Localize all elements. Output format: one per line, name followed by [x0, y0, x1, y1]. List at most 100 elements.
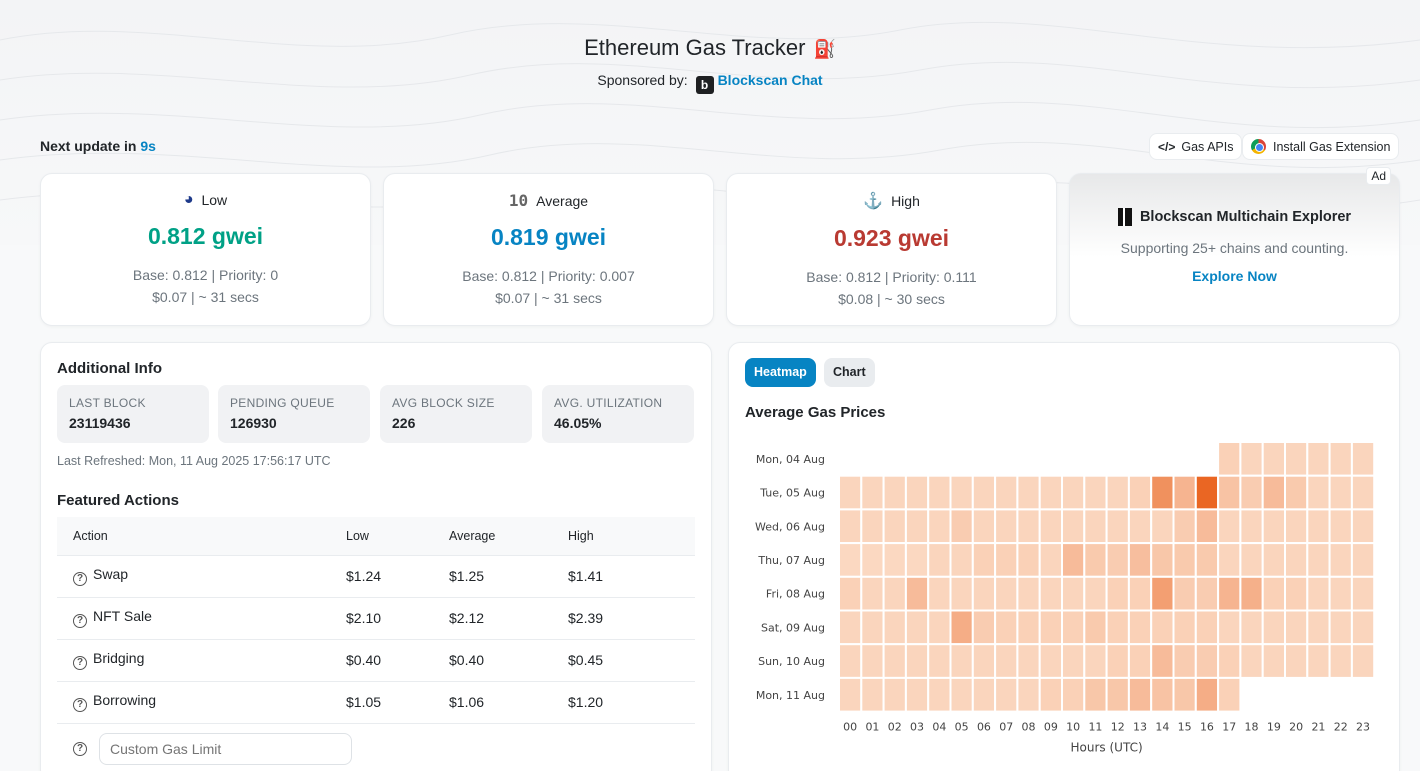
heatmap-cell[interactable] — [1172, 676, 1197, 713]
heatmap-cell[interactable] — [1105, 575, 1130, 612]
heatmap-cell[interactable] — [1284, 474, 1309, 511]
heatmap-cell[interactable] — [1328, 441, 1353, 477]
heatmap-cell[interactable] — [1105, 643, 1130, 679]
install-extension-button[interactable]: Install Gas Extension — [1242, 133, 1400, 160]
heatmap-cell[interactable] — [904, 609, 930, 646]
heatmap-cell[interactable] — [904, 676, 930, 713]
heatmap-cell[interactable] — [838, 676, 863, 713]
heatmap-cell[interactable] — [1350, 643, 1376, 679]
heatmap-cell[interactable] — [927, 676, 952, 713]
heatmap-cell[interactable] — [949, 575, 974, 612]
heatmap-cell[interactable] — [1150, 643, 1175, 679]
heatmap-cell[interactable] — [1172, 474, 1197, 511]
heatmap-cell[interactable] — [1284, 508, 1309, 545]
heatmap-cell[interactable] — [1127, 676, 1153, 713]
heatmap-cell[interactable] — [904, 508, 930, 545]
heatmap-cell[interactable] — [971, 542, 997, 578]
heatmap-cell[interactable] — [1217, 508, 1242, 545]
heatmap-cell[interactable] — [1306, 441, 1331, 477]
heatmap-cell[interactable] — [1172, 609, 1197, 646]
heatmap-cell[interactable] — [1083, 542, 1108, 578]
heatmap-cell[interactable] — [1127, 643, 1153, 679]
heatmap-cell[interactable] — [1038, 676, 1064, 713]
heatmap-cell[interactable] — [1261, 474, 1287, 511]
heatmap-cell[interactable] — [1217, 643, 1242, 679]
heatmap-cell[interactable] — [949, 508, 974, 545]
heatmap-cell[interactable] — [1350, 508, 1376, 545]
heatmap-cell[interactable] — [1217, 676, 1242, 713]
heatmap-cell[interactable] — [882, 575, 907, 612]
heatmap-cell[interactable] — [1038, 575, 1064, 612]
heatmap-cell[interactable] — [1150, 609, 1175, 646]
heatmap-cell[interactable] — [1038, 508, 1064, 545]
heatmap-cell[interactable] — [1194, 474, 1220, 511]
heatmap-cell[interactable] — [904, 643, 930, 679]
help-icon[interactable]: ? — [73, 656, 87, 670]
heatmap-cell[interactable] — [1172, 542, 1197, 578]
heatmap-cell[interactable] — [860, 508, 885, 545]
heatmap-cell[interactable] — [838, 508, 863, 545]
heatmap-cell[interactable] — [927, 508, 952, 545]
help-icon[interactable]: ? — [73, 698, 87, 712]
heatmap-cell[interactable] — [1239, 609, 1264, 646]
heatmap-cell[interactable] — [1239, 508, 1264, 545]
heatmap-cell[interactable] — [1061, 575, 1086, 612]
heatmap-cell[interactable] — [927, 609, 952, 646]
heatmap-cell[interactable] — [1217, 441, 1242, 477]
heatmap-cell[interactable] — [971, 676, 997, 713]
heatmap-cell[interactable] — [1127, 542, 1153, 578]
heatmap-cell[interactable] — [1217, 542, 1242, 578]
heatmap-cell[interactable] — [1328, 542, 1353, 578]
heatmap-cell[interactable] — [1105, 508, 1130, 545]
heatmap-cell[interactable] — [1284, 609, 1309, 646]
heatmap-cell[interactable] — [882, 474, 907, 511]
heatmap-cell[interactable] — [1105, 676, 1130, 713]
heatmap-cell[interactable] — [1127, 474, 1153, 511]
heatmap-cell[interactable] — [1328, 575, 1353, 612]
heatmap-cell[interactable] — [1350, 575, 1376, 612]
heatmap-cell[interactable] — [1350, 474, 1376, 511]
heatmap-cell[interactable] — [1328, 474, 1353, 511]
heatmap-cell[interactable] — [860, 609, 885, 646]
heatmap-cell[interactable] — [1016, 474, 1041, 511]
heatmap-cell[interactable] — [1038, 643, 1064, 679]
heatmap-cell[interactable] — [1306, 508, 1331, 545]
heatmap-cell[interactable] — [1328, 609, 1353, 646]
heatmap-cell[interactable] — [971, 609, 997, 646]
heatmap-cell[interactable] — [904, 542, 930, 578]
heatmap-cell[interactable] — [949, 542, 974, 578]
heatmap-cell[interactable] — [1350, 542, 1376, 578]
heatmap-cell[interactable] — [904, 575, 930, 612]
heatmap-cell[interactable] — [949, 609, 974, 646]
heatmap-cell[interactable] — [1239, 474, 1264, 511]
heatmap-cell[interactable] — [838, 609, 863, 646]
heatmap-cell[interactable] — [860, 575, 885, 612]
heatmap-cell[interactable] — [1150, 676, 1175, 713]
heatmap-cell[interactable] — [1127, 575, 1153, 612]
sponsor-link[interactable]: Blockscan Chat — [718, 72, 823, 88]
heatmap-cell[interactable] — [1083, 575, 1108, 612]
heatmap-cell[interactable] — [1217, 609, 1242, 646]
heatmap-cell[interactable] — [882, 542, 907, 578]
heatmap-cell[interactable] — [1261, 441, 1287, 477]
heatmap-cell[interactable] — [1150, 508, 1175, 545]
heatmap-cell[interactable] — [1306, 474, 1331, 511]
heatmap-cell[interactable] — [1127, 609, 1153, 646]
heatmap-cell[interactable] — [1172, 508, 1197, 545]
heatmap-cell[interactable] — [1061, 676, 1086, 713]
heatmap-cell[interactable] — [860, 676, 885, 713]
heatmap-cell[interactable] — [1261, 609, 1287, 646]
heatmap-cell[interactable] — [1061, 474, 1086, 511]
heatmap-cell[interactable] — [1239, 441, 1264, 477]
heatmap-cell[interactable] — [1194, 676, 1220, 713]
heatmap-cell[interactable] — [949, 643, 974, 679]
heatmap-cell[interactable] — [1261, 643, 1287, 679]
heatmap-cell[interactable] — [882, 676, 907, 713]
heatmap-cell[interactable] — [860, 542, 885, 578]
heatmap-cell[interactable] — [994, 643, 1019, 679]
heatmap-cell[interactable] — [1261, 542, 1287, 578]
heatmap-cell[interactable] — [1127, 508, 1153, 545]
heatmap-cell[interactable] — [927, 575, 952, 612]
heatmap-cell[interactable] — [904, 474, 930, 511]
gas-apis-button[interactable]: </> Gas APIs — [1149, 133, 1243, 160]
